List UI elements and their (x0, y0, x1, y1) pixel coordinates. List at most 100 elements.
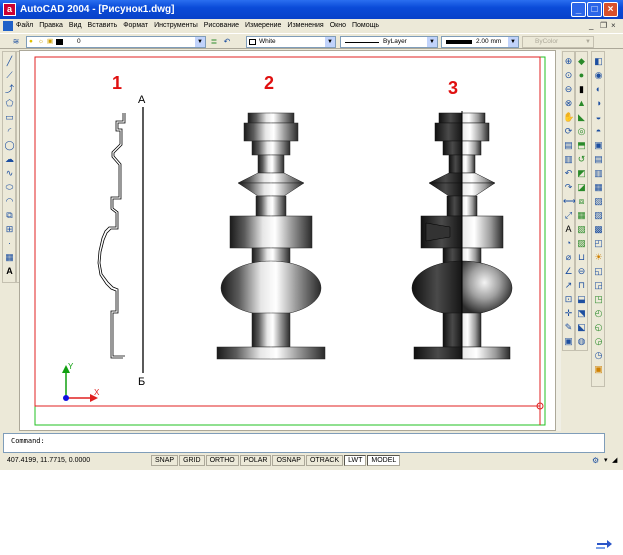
materials-library-icon[interactable]: ◓ (593, 126, 604, 137)
dimension-edit-icon[interactable]: ✎ (563, 322, 574, 333)
cone-icon[interactable]: ▲ (576, 98, 587, 109)
menu-insert[interactable]: Вставить (88, 22, 118, 29)
nav-arrow-icon[interactable] (595, 539, 613, 551)
leader-icon[interactable]: ↗ (563, 280, 574, 291)
menu-help[interactable]: Помощь (352, 22, 379, 29)
wedge-icon[interactable]: ◣ (576, 112, 587, 123)
ellipse-arc-icon[interactable]: ◠ (4, 196, 15, 207)
menu-file[interactable]: Файл (16, 22, 33, 29)
offset-faces-icon[interactable]: ⬕ (576, 322, 587, 333)
scenes-icon[interactable]: ◐ (593, 84, 604, 95)
section-icon[interactable]: ◪ (576, 182, 587, 193)
shade-2d-icon[interactable]: ◱ (593, 266, 604, 277)
shade-gouraud-edges-icon[interactable]: ◷ (593, 350, 604, 361)
sphere-icon[interactable]: ● (576, 70, 587, 81)
revolve-icon[interactable]: ↺ (576, 154, 587, 165)
multiline-text-icon[interactable]: A (4, 266, 15, 277)
solid-model-3[interactable] (411, 111, 513, 360)
redo-icon[interactable]: ↷ (563, 182, 574, 193)
text-style-icon[interactable]: A (563, 224, 574, 235)
design-center-icon[interactable]: ▥ (563, 154, 574, 165)
point-icon[interactable]: · (4, 238, 15, 249)
dimension-linear-icon[interactable]: ⟷ (563, 196, 576, 207)
lwt-toggle[interactable]: LWT (344, 455, 367, 466)
revision-cloud-icon[interactable]: ☁ (4, 154, 15, 165)
interference-icon[interactable]: ⧈ (576, 196, 587, 207)
setup-profile-icon[interactable]: ▨ (576, 238, 587, 249)
communication-center-icon[interactable]: ⚙ (592, 456, 599, 465)
setup-drawing-icon[interactable]: ▦ (576, 210, 587, 221)
otrack-toggle[interactable]: OTRACK (305, 455, 344, 466)
mapping-icon[interactable]: ▣ (593, 140, 604, 151)
shade-flat-icon[interactable]: ◴ (593, 308, 604, 319)
menu-tools[interactable]: Инструменты (154, 22, 198, 29)
slice-icon[interactable]: ◩ (576, 168, 587, 179)
arc-icon[interactable]: ◜ (4, 126, 15, 137)
intersect-icon[interactable]: ⊓ (576, 280, 587, 291)
minimize-button[interactable]: _ (571, 2, 586, 17)
render-preferences-icon[interactable]: ▩ (593, 224, 604, 235)
fog-icon[interactable]: ▥ (593, 168, 604, 179)
doc-minimize-button[interactable]: _ (589, 21, 593, 30)
autocad-logo-icon[interactable]: a (3, 3, 16, 16)
dimension-style-icon[interactable]: ▣ (563, 336, 574, 347)
zoom-window-icon[interactable]: ⊙ (563, 70, 574, 81)
setup-view-icon[interactable]: ▧ (576, 224, 587, 235)
statistics-icon[interactable]: ◰ (593, 238, 604, 249)
dimension-angular-icon[interactable]: ∠ (563, 266, 574, 277)
hide-icon[interactable]: ◧ (593, 56, 604, 67)
menu-view[interactable]: Вид (69, 22, 82, 29)
insert-block-icon[interactable]: ⧉ (4, 210, 15, 221)
tolerance-icon[interactable]: ⊡ (563, 294, 574, 305)
view-front-icon[interactable]: ▣ (593, 364, 604, 375)
solid-model-2[interactable] (216, 111, 326, 360)
layer-select[interactable]: ● ☼ ▣ 0 ▼ (26, 36, 206, 48)
landscape-library-icon[interactable]: ▨ (593, 210, 604, 221)
materials-icon[interactable]: ◒ (593, 112, 604, 123)
model-toggle[interactable]: MODEL (367, 455, 401, 466)
polar-toggle[interactable]: POLAR (239, 455, 272, 466)
command-line[interactable]: Command: (3, 433, 605, 453)
color-select[interactable]: White ▼ (246, 36, 336, 48)
lineweight-select[interactable]: 2.00 mm ▼ (441, 36, 519, 48)
line-icon[interactable]: ╱ (4, 56, 15, 67)
linetype-select[interactable]: ByLayer ▼ (340, 36, 438, 48)
menu-format[interactable]: Формат (123, 22, 148, 29)
menu-window[interactable]: Окно (330, 22, 346, 29)
spline-icon[interactable]: ∿ (4, 168, 15, 179)
center-mark-icon[interactable]: ✛ (563, 308, 574, 319)
redraw-icon[interactable]: ⟳ (563, 126, 574, 137)
dimension-diameter-icon[interactable]: ⌀ (563, 252, 574, 263)
zoom-extents-icon[interactable]: ⊗ (563, 98, 574, 109)
chevron-down-icon[interactable]: ▼ (427, 37, 437, 47)
menu-draw[interactable]: Рисование (204, 22, 239, 29)
edit-landscape-icon[interactable]: ▧ (593, 196, 604, 207)
menu-dimension[interactable]: Измерение (245, 22, 281, 29)
move-faces-icon[interactable]: ⬔ (576, 308, 587, 319)
dimension-aligned-icon[interactable]: ⤢ (563, 210, 574, 221)
ellipse-icon[interactable]: ⬭ (4, 182, 15, 193)
shade-hidden-icon[interactable]: ◳ (593, 294, 604, 305)
shade-3d-icon[interactable]: ◲ (593, 280, 604, 291)
drawing-canvas[interactable]: 1 2 3 А Б Y X (20, 51, 557, 432)
menu-modify[interactable]: Изменения (287, 22, 323, 29)
document-icon[interactable] (3, 21, 13, 31)
union-icon[interactable]: ⊔ (576, 252, 587, 263)
box-icon[interactable]: ◆ (576, 56, 587, 67)
render-icon[interactable]: ◉ (593, 70, 604, 81)
make-layer-current-icon[interactable]: ≣ (209, 37, 219, 47)
doc-restore-button[interactable]: ❐ (600, 21, 607, 30)
osnap-toggle[interactable]: OSNAP (272, 455, 305, 466)
subtract-icon[interactable]: ⊖ (576, 266, 587, 277)
layer-previous-icon[interactable]: ↶ (222, 37, 232, 47)
new-landscape-icon[interactable]: ▦ (593, 182, 604, 193)
zoom-realtime-icon[interactable]: ⊕ (563, 56, 574, 67)
shade-gouraud-icon[interactable]: ◵ (593, 322, 604, 333)
extrude-icon[interactable]: ⬒ (576, 140, 587, 151)
drawing-area[interactable]: 1 2 3 А Б Y X (19, 50, 556, 431)
vertical-scrollbar[interactable] (556, 50, 561, 431)
chevron-down-icon[interactable]: ▼ (325, 37, 335, 47)
snap-toggle[interactable]: SNAP (151, 455, 179, 466)
maximize-button[interactable]: □ (587, 2, 602, 17)
close-button[interactable]: × (603, 2, 618, 17)
